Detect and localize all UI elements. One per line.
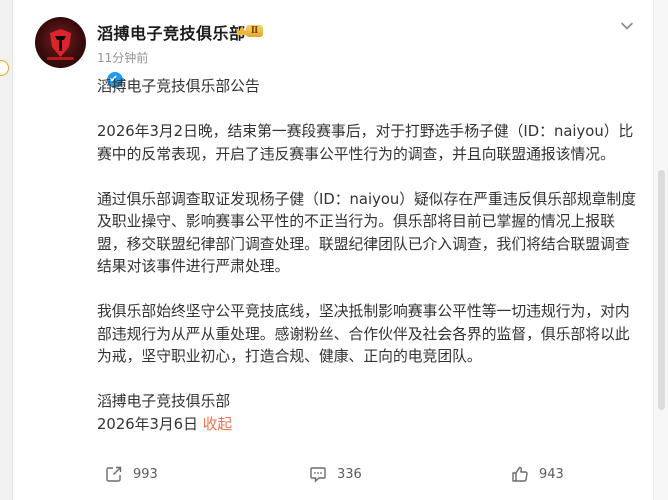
post-date: 2026年3月6日 bbox=[97, 415, 198, 433]
post-content: 滔搏电子竞技俱乐部公告 2026年3月2日晚，结束第一赛段赛事后，对于打野选手杨… bbox=[97, 76, 642, 436]
post-paragraph: 我俱乐部始终坚守公平竞技底线，坚决抵制影响赛事公平性等一切违规行为，对内部违规行… bbox=[97, 303, 630, 365]
chevron-down-icon bbox=[621, 22, 633, 30]
like-count: 943 bbox=[539, 466, 564, 482]
comment-count: 336 bbox=[337, 466, 362, 482]
share-icon bbox=[106, 466, 122, 482]
more-options-button[interactable] bbox=[617, 16, 637, 36]
post-actions: 993 336 943 bbox=[0, 462, 668, 486]
avatar[interactable] bbox=[35, 17, 125, 90]
collapse-button[interactable]: 收起 bbox=[203, 416, 233, 433]
post-signature: 滔搏电子竞技俱乐部 bbox=[97, 393, 231, 410]
repost-count: 993 bbox=[133, 466, 158, 482]
post-time[interactable]: 11分钟前 bbox=[97, 49, 148, 66]
comment-button[interactable]: 336 bbox=[309, 462, 362, 486]
scrollbar-thumb[interactable] bbox=[658, 170, 665, 410]
like-button[interactable]: 943 bbox=[511, 462, 564, 486]
repost-button[interactable]: 993 bbox=[105, 462, 158, 486]
club-logo-icon bbox=[47, 29, 74, 60]
post-paragraph: 通过俱乐部调查取证发现杨子健（ID：naiyou）疑似存在严重违反俱乐部规章制度… bbox=[97, 190, 637, 276]
level-badge[interactable]: Ⅱ bbox=[235, 23, 263, 39]
scrollbar-track[interactable] bbox=[653, 0, 668, 500]
level-badge-label: Ⅱ bbox=[246, 25, 263, 37]
comment-icon bbox=[310, 467, 326, 483]
post-date-line: 2026年3月6日 收起 bbox=[97, 414, 642, 437]
post-paragraph-title: 滔搏电子竞技俱乐部公告 bbox=[97, 78, 260, 95]
post-paragraph: 2026年3月2日晚，结束第一赛段赛事后，对于打野选手杨子健（ID：naiyou… bbox=[97, 123, 634, 163]
author-name[interactable]: 滔搏电子竞技俱乐部 bbox=[97, 20, 246, 44]
thumbs-up-icon bbox=[512, 466, 528, 482]
